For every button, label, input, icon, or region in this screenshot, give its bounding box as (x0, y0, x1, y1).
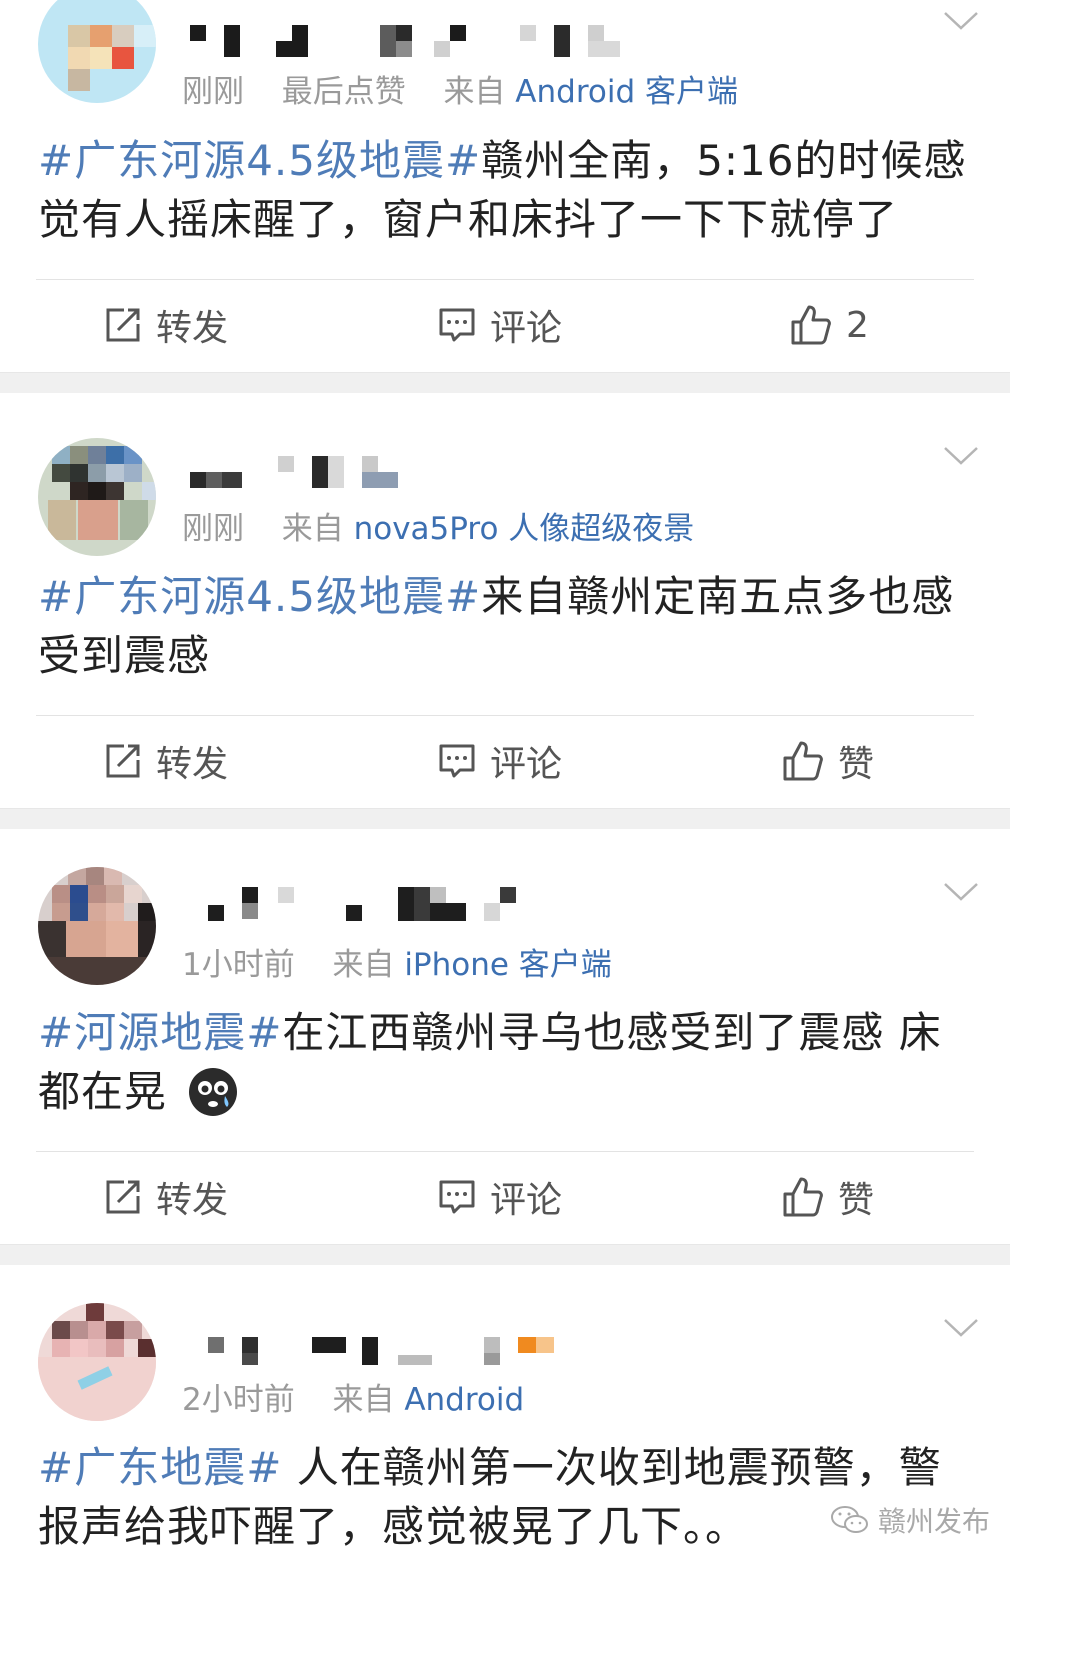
comment-button[interactable]: 评论 (438, 716, 562, 806)
crying-face-icon (189, 1068, 238, 1116)
like-label: 赞 (838, 744, 875, 785)
post-time: 1小时前 (182, 947, 295, 983)
repost-label: 转发 (156, 1180, 229, 1221)
post-content: #河源地震#在江西赣州寻乌也感受到了震感 床都在晃 (38, 1003, 973, 1121)
topic-hashtag[interactable]: #广东河源4.5级地震# (38, 136, 481, 185)
action-bar: 转发 评论 赞 (0, 1152, 1010, 1242)
post-meta: 刚刚 最后点赞 来自 Android 客户端 (182, 66, 738, 111)
card-divider (0, 372, 1010, 393)
post-content: #广东河源4.5级地震#赣州全南，5:16的时候感觉有人摇床醒了，窗户和床抖了一… (38, 131, 973, 249)
repost-button[interactable]: 转发 (104, 1152, 228, 1242)
blurred-username[interactable] (190, 25, 650, 61)
weibo-comment-feed: 刚刚 最后点赞 来自 Android 客户端 #广东河源4.5级地震#赣州全南，… (0, 0, 1080, 1676)
action-bar: 转发 评论 2 (0, 280, 1010, 370)
thumbs-up-icon (783, 741, 823, 781)
last-liked-label: 最后点赞 (281, 74, 406, 110)
comment-icon (439, 1180, 475, 1214)
like-label: 赞 (838, 1180, 875, 1221)
source-prefix: 来自 (281, 511, 344, 547)
post-time: 2小时前 (182, 1382, 295, 1418)
post-content: #广东河源4.5级地震#来自赣州定南五点多也感受到震感 (38, 567, 973, 685)
wechat-icon (831, 1506, 868, 1533)
like-count: 2 (846, 304, 869, 346)
blurred-username[interactable] (190, 456, 650, 492)
card-divider (0, 1244, 1010, 1265)
repost-icon (106, 1180, 140, 1214)
thumbs-up-icon (791, 305, 831, 345)
thumbs-up-icon (783, 1177, 823, 1217)
post-card: 刚刚 最后点赞 来自 Android 客户端 #广东河源4.5级地震#赣州全南，… (0, 0, 1010, 372)
post-source[interactable]: iPhone 客户端 (404, 947, 612, 983)
avatar[interactable] (38, 867, 156, 985)
like-button[interactable]: 2 (790, 280, 869, 370)
post-source[interactable]: nova5Pro 人像超级夜景 (354, 511, 695, 547)
topic-hashtag[interactable]: #河源地震# (38, 1008, 282, 1057)
comment-icon (439, 308, 475, 342)
topic-hashtag[interactable]: #广东地震# (38, 1443, 282, 1492)
post-meta: 1小时前 来自 iPhone 客户端 (182, 939, 612, 984)
source-prefix: 来自 (332, 1382, 395, 1418)
post-card: 1小时前 来自 iPhone 客户端 #河源地震#在江西赣州寻乌也感受到了震感 … (0, 829, 1010, 1244)
post-meta: 2小时前 来自 Android (182, 1374, 524, 1419)
card-divider (0, 808, 1010, 829)
blurred-username[interactable] (190, 887, 650, 923)
chevron-down-icon[interactable] (942, 445, 980, 467)
comment-label: 评论 (490, 1180, 563, 1221)
source-prefix: 来自 (332, 947, 395, 983)
repost-label: 转发 (156, 744, 229, 785)
chevron-down-icon[interactable] (942, 1317, 980, 1339)
repost-button[interactable]: 转发 (104, 280, 228, 370)
watermark-text: 赣州发布 (878, 1505, 991, 1538)
like-button[interactable]: 赞 (782, 716, 874, 806)
comment-button[interactable]: 评论 (438, 280, 562, 370)
source-prefix: 来自 (443, 74, 506, 110)
repost-label: 转发 (156, 308, 229, 349)
avatar[interactable] (38, 438, 156, 556)
post-source[interactable]: Android (404, 1382, 524, 1418)
repost-icon (106, 744, 140, 778)
post-time: 刚刚 (182, 74, 244, 110)
comment-icon (439, 744, 475, 778)
page-edge (1010, 0, 1080, 1676)
like-button[interactable]: 赞 (782, 1152, 874, 1242)
avatar[interactable] (38, 0, 156, 103)
post-meta: 刚刚 来自 nova5Pro 人像超级夜景 (182, 503, 694, 548)
post-card: 刚刚 来自 nova5Pro 人像超级夜景 #广东河源4.5级地震#来自赣州定南… (0, 393, 1010, 808)
repost-icon (106, 308, 140, 342)
watermark: 赣州发布 (830, 1500, 990, 1540)
chevron-down-icon[interactable] (942, 881, 980, 903)
action-bar: 转发 评论 赞 (0, 716, 1010, 806)
avatar[interactable] (38, 1303, 156, 1421)
comment-label: 评论 (490, 744, 563, 785)
post-time: 刚刚 (182, 511, 244, 547)
repost-button[interactable]: 转发 (104, 716, 228, 806)
chevron-down-icon[interactable] (942, 10, 980, 32)
comment-label: 评论 (490, 308, 563, 349)
post-source[interactable]: Android 客户端 (515, 74, 738, 110)
blurred-username[interactable] (190, 1337, 650, 1373)
topic-hashtag[interactable]: #广东河源4.5级地震# (38, 572, 481, 621)
post-card: 2小时前 来自 Android #广东地震# 人在赣州第一次收到地震预警，警报声… (0, 1265, 1010, 1676)
comment-button[interactable]: 评论 (438, 1152, 562, 1242)
